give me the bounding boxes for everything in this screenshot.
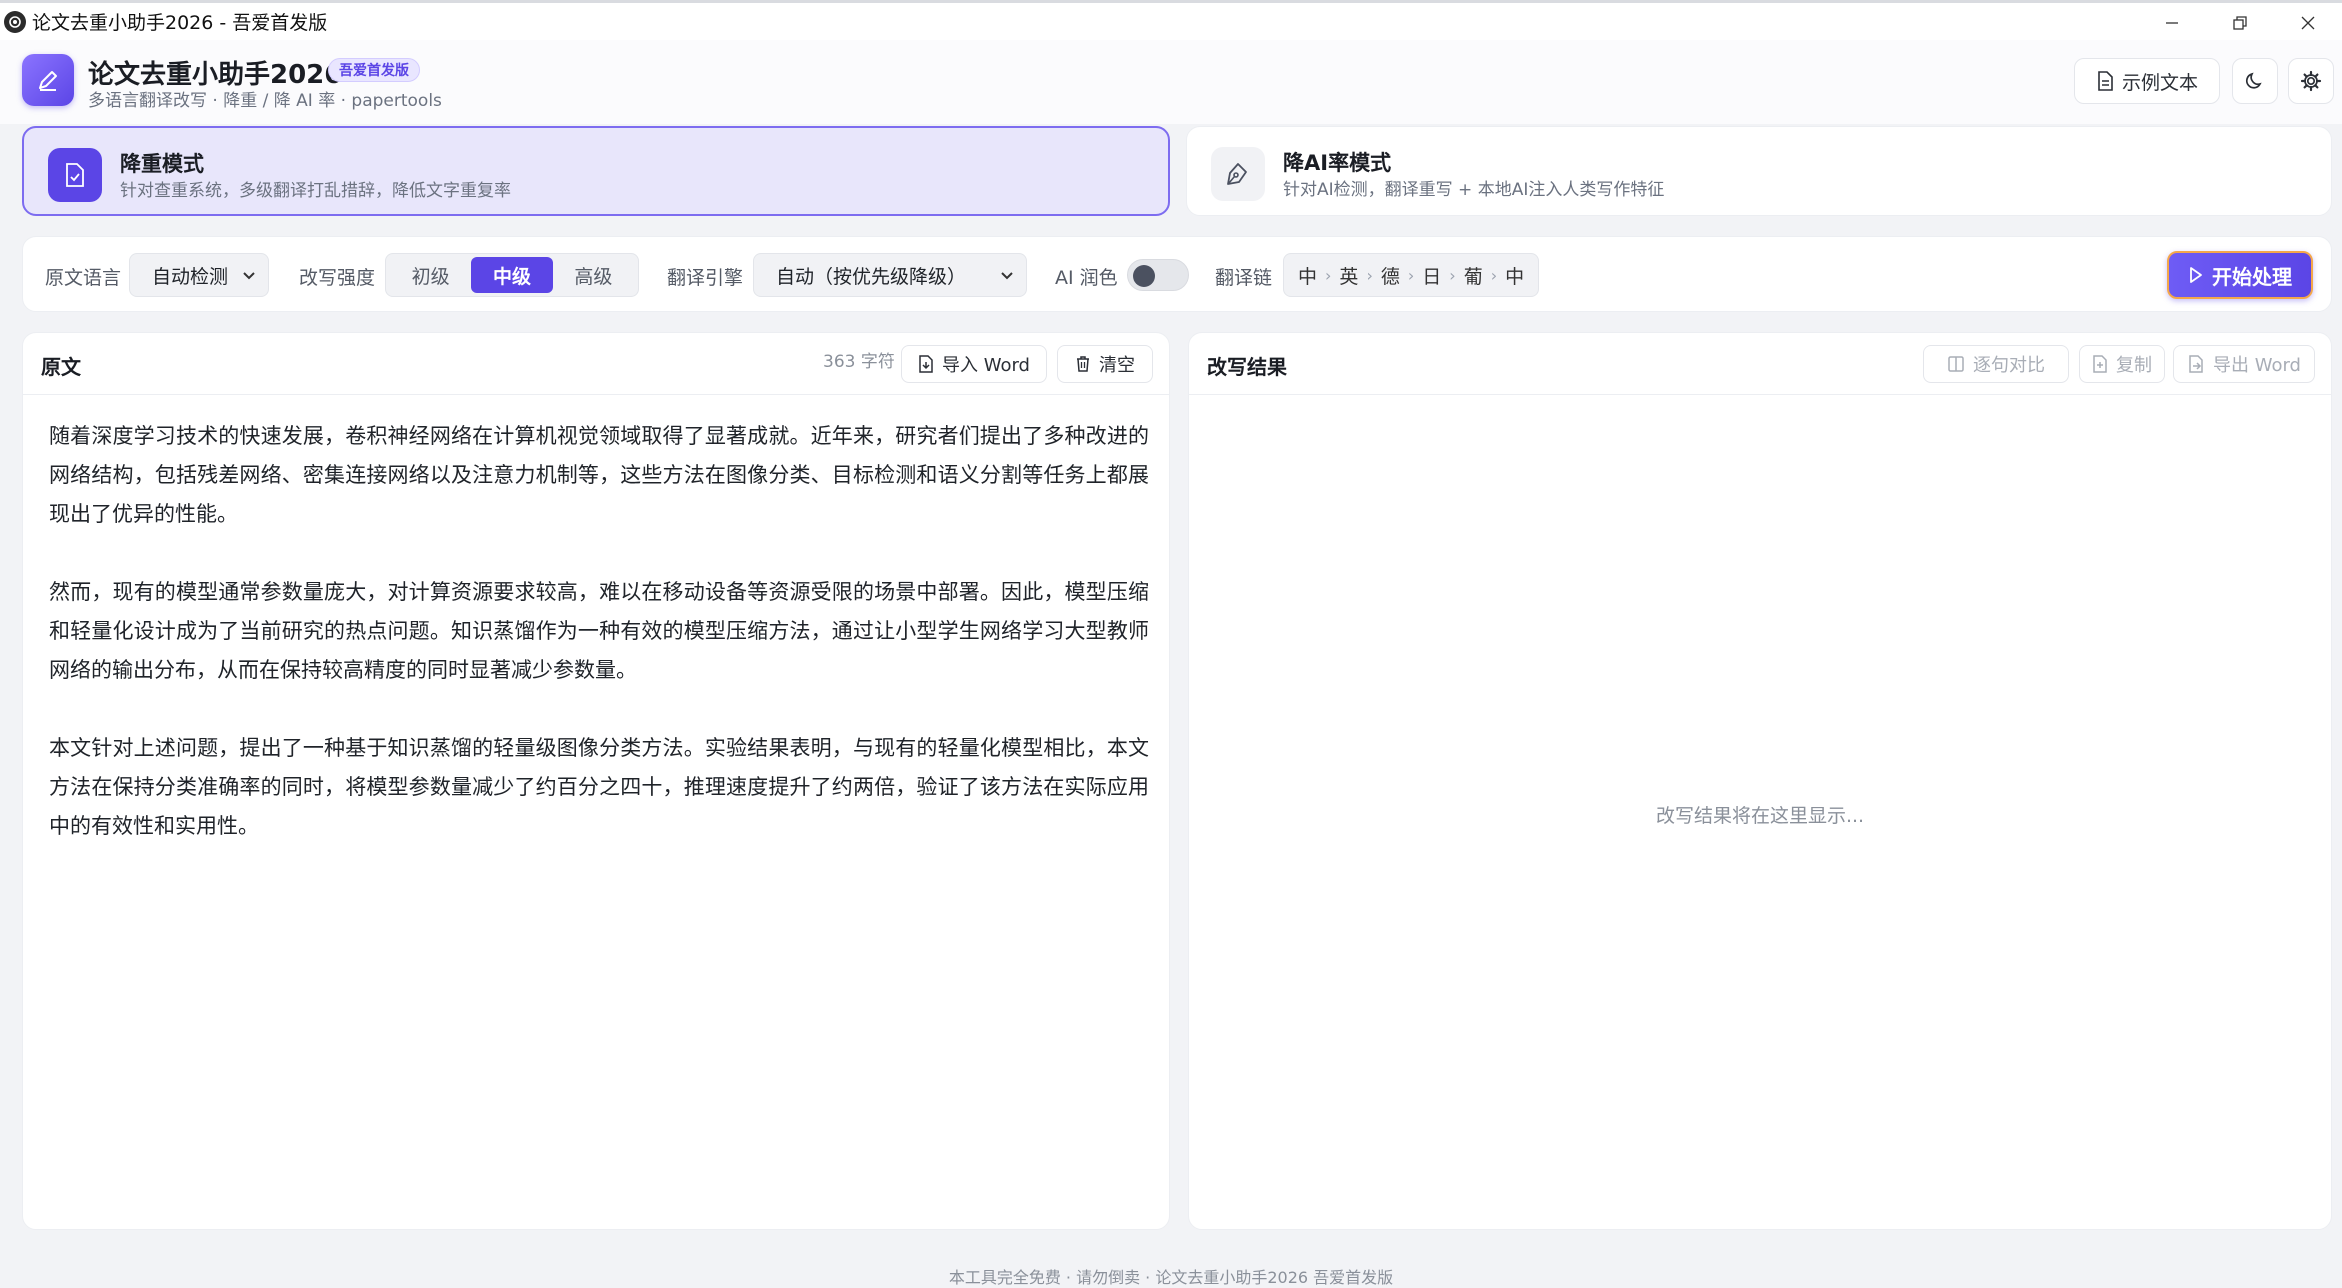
chain-label: 翻译链 — [1215, 267, 1273, 289]
file-export-icon — [2189, 355, 2203, 373]
app-subtitle: 多语言翻译改写 · 降重 / 降 AI 率 · papertools — [88, 91, 442, 111]
mode-description: 针对AI检测，翻译重写 + 本地AI注入人类写作特征 — [1283, 180, 1665, 200]
clear-button[interactable]: 清空 — [1057, 345, 1153, 383]
restore-icon — [2233, 16, 2247, 30]
minimize-button[interactable] — [2138, 3, 2206, 43]
trash-icon — [1077, 356, 1089, 372]
strength-option-advanced[interactable]: 高级 — [553, 257, 634, 293]
sample-text-label: 示例文本 — [2121, 71, 2198, 94]
mode-selector: 降重模式 针对查重系统，多级翻译打乱措辞，降低文字重复率 降AI率模式 针对AI… — [22, 124, 2332, 218]
app-logo — [22, 54, 74, 106]
window-titlebar: 论文去重小助手2026 - 吾爱首发版 — [0, 0, 2342, 40]
result-panel-header: 改写结果 逐句对比 复制 导出 Word — [1189, 333, 2331, 395]
mode-description: 针对查重系统，多级翻译打乱措辞，降低文字重复率 — [120, 181, 511, 201]
edition-badge: 吾爱首发版 — [328, 58, 420, 82]
theme-toggle-button[interactable] — [2232, 58, 2278, 104]
engine-label: 翻译引擎 — [667, 267, 744, 289]
chain-lang: 日 — [1422, 265, 1442, 288]
source-textarea[interactable]: 随着深度学习技术的快速发展，卷积神经网络在计算机视觉领域取得了显著成就。近年来，… — [49, 417, 1149, 885]
pen-tool-icon — [1227, 163, 1247, 185]
close-icon — [2301, 16, 2315, 30]
options-toolbar: 原文语言 自动检测 改写强度 初级 中级 高级 翻译引擎 自动（按优先级降级） … — [22, 236, 2332, 312]
sample-text-button[interactable]: 示例文本 — [2074, 58, 2220, 104]
compare-label: 逐句对比 — [1973, 355, 2045, 376]
window-title: 论文去重小助手2026 - 吾爱首发版 — [32, 12, 328, 34]
ai-polish-label: AI 润色 — [1055, 267, 1118, 289]
source-panel-title: 原文 — [41, 355, 81, 379]
minimize-icon — [2166, 22, 2178, 24]
app-header: 论文去重小助手2026 吾爱首发版 多语言翻译改写 · 降重 / 降 AI 率 … — [0, 40, 2342, 124]
columns-icon — [1948, 356, 1964, 372]
engine-select[interactable]: 自动（按优先级降级） — [753, 253, 1027, 297]
copy-button[interactable]: 复制 — [2079, 345, 2165, 383]
gear-icon — [2300, 70, 2322, 92]
moon-icon — [2245, 72, 2262, 89]
compare-button[interactable]: 逐句对比 — [1923, 345, 2069, 383]
settings-button[interactable] — [2288, 58, 2334, 104]
result-panel-title: 改写结果 — [1207, 355, 1287, 379]
import-word-label: 导入 Word — [942, 355, 1030, 376]
source-paragraph: 然而，现有的模型通常参数量庞大，对计算资源要求较高，难以在移动设备等资源受限的场… — [49, 580, 1149, 682]
file-check-icon — [66, 163, 84, 187]
app-icon — [4, 10, 26, 33]
copy-label: 复制 — [2116, 355, 2152, 376]
chain-lang: 德 — [1380, 265, 1400, 288]
start-processing-button[interactable]: 开始处理 — [2167, 251, 2313, 299]
chevron-right-icon: › — [1407, 265, 1415, 285]
start-label: 开始处理 — [2212, 264, 2292, 289]
play-icon — [2190, 267, 2202, 283]
footer-text: 本工具完全免费 · 请勿倒卖 · 论文去重小助手2026 吾爱首发版 — [948, 1268, 1394, 1287]
source-lang-value: 自动检测 — [152, 265, 229, 288]
export-word-button[interactable]: 导出 Word — [2173, 345, 2315, 383]
chain-lang: 中 — [1298, 265, 1318, 288]
import-word-button[interactable]: 导入 Word — [901, 345, 1047, 383]
strength-segmented: 初级 中级 高级 — [385, 253, 639, 297]
chain-lang: 中 — [1505, 265, 1525, 288]
strength-label: 改写强度 — [299, 267, 376, 289]
document-icon — [2098, 71, 2113, 91]
chevron-down-icon — [1001, 272, 1013, 280]
mode-card-ai-reduce[interactable]: 降AI率模式 针对AI检测，翻译重写 + 本地AI注入人类写作特征 — [1186, 126, 2332, 216]
chevron-right-icon: › — [1449, 265, 1456, 285]
file-import-icon — [919, 355, 933, 373]
chevron-right-icon: › — [1366, 265, 1373, 285]
strength-option-basic[interactable]: 初级 — [390, 257, 471, 293]
mode-icon-box — [48, 148, 102, 202]
source-lang-select[interactable]: 自动检测 — [129, 253, 269, 297]
strength-option-medium[interactable]: 中级 — [471, 257, 553, 293]
chevron-right-icon: › — [1490, 265, 1498, 285]
toggle-knob — [1133, 265, 1155, 287]
chevron-down-icon — [243, 272, 255, 280]
mode-title: 降AI率模式 — [1283, 151, 1392, 175]
pen-icon — [39, 71, 57, 91]
ai-polish-toggle[interactable] — [1127, 259, 1189, 291]
source-panel-header: 原文 363 字符 导入 Word 清空 — [23, 333, 1169, 395]
result-placeholder: 改写结果将在这里显示... — [1655, 805, 1865, 827]
mode-title: 降重模式 — [120, 152, 204, 176]
export-word-label: 导出 Word — [2213, 355, 2301, 376]
clear-label: 清空 — [1099, 355, 1135, 376]
source-panel: 原文 363 字符 导入 Word 清空 随着深度学习技术的快速发展，卷积神经网… — [22, 332, 1170, 1230]
source-paragraph: 随着深度学习技术的快速发展，卷积神经网络在计算机视觉领域取得了显著成就。近年来，… — [49, 424, 1149, 526]
restore-button[interactable] — [2206, 3, 2274, 43]
result-panel: 改写结果 逐句对比 复制 导出 Word 改写结果将在这里显示... — [1188, 332, 2332, 1230]
engine-value: 自动（按优先级降级） — [776, 265, 967, 288]
chain-lang: 英 — [1339, 265, 1359, 288]
copy-icon — [2093, 355, 2107, 373]
mode-card-dedup[interactable]: 降重模式 针对查重系统，多级翻译打乱措辞，降低文字重复率 — [22, 126, 1170, 216]
chain-lang: 葡 — [1463, 265, 1483, 288]
translation-chain: 中 › 英 › 德 › 日 › 葡 › 中 — [1283, 253, 1540, 297]
close-button[interactable] — [2274, 3, 2342, 43]
source-lang-label: 原文语言 — [45, 267, 122, 289]
chevron-right-icon: › — [1325, 265, 1332, 285]
source-paragraph: 本文针对上述问题，提出了一种基于知识蒸馏的轻量级图像分类方法。实验结果表明，与现… — [49, 736, 1149, 838]
mode-icon-box — [1211, 147, 1265, 201]
char-count: 363 字符 — [823, 352, 895, 372]
